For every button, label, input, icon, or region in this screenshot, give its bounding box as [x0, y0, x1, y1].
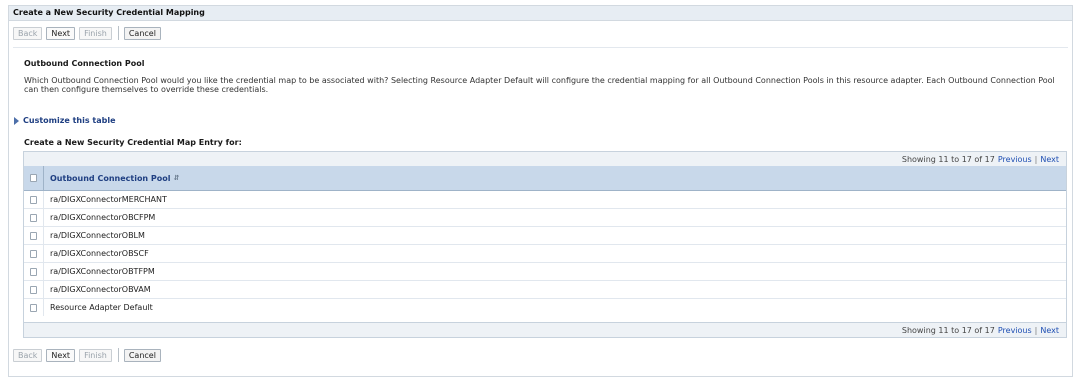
pool-name: ra/DIGXConnectorOBCFPM	[50, 213, 156, 222]
connection-pool-table: Showing 11 to 17 of 17 Previous | Next O…	[23, 151, 1067, 338]
row-checkbox[interactable]	[30, 285, 37, 294]
pager-top: Showing 11 to 17 of 17 Previous | Next	[24, 152, 1066, 166]
top-button-bar: Back Next Finish Cancel	[13, 25, 165, 41]
pool-name: ra/DIGXConnectorOBLM	[50, 231, 145, 240]
row-checkbox-cell	[24, 281, 44, 298]
column-header-outbound-connection-pool[interactable]: Outbound Connection Pool ⇵	[50, 174, 179, 183]
pager-showing-text: Showing 11 to 17 of 17	[901, 325, 995, 335]
table-row: ra/DIGXConnectorMERCHANT	[24, 191, 1066, 209]
table-row: Resource Adapter Default	[24, 299, 1066, 316]
next-button[interactable]: Next	[46, 26, 76, 40]
select-all-checkbox[interactable]	[30, 174, 37, 182]
pager-showing-text: Showing 11 to 17 of 17	[901, 154, 995, 164]
panel-title: Create a New Security Credential Mapping	[9, 6, 1072, 21]
pool-name: ra/DIGXConnectorOBTFPM	[50, 267, 155, 276]
pager-previous-link[interactable]: Previous	[998, 155, 1032, 164]
table-row: ra/DIGXConnectorOBSCF	[24, 245, 1066, 263]
bottom-button-bar: Back Next Finish Cancel	[13, 347, 165, 363]
cancel-button[interactable]: Cancel	[123, 348, 161, 362]
row-checkbox[interactable]	[30, 303, 37, 312]
back-button[interactable]: Back	[13, 26, 43, 40]
sort-icon[interactable]: ⇵	[174, 174, 180, 182]
row-checkbox[interactable]	[30, 231, 37, 240]
finish-button[interactable]: Finish	[79, 348, 112, 362]
section-description: Which Outbound Connection Pool would you…	[24, 76, 1055, 94]
customize-link-label: Customize this table	[23, 116, 116, 125]
pager-next-link[interactable]: Next	[1040, 326, 1059, 335]
next-button[interactable]: Next	[46, 348, 76, 362]
back-button[interactable]: Back	[13, 348, 43, 362]
table-row: ra/DIGXConnectorOBCFPM	[24, 209, 1066, 227]
row-checkbox-cell	[24, 209, 44, 226]
row-checkbox-cell	[24, 299, 44, 316]
table-row: ra/DIGXConnectorOBLM	[24, 227, 1066, 245]
divider	[13, 47, 1068, 48]
pager-bottom: Showing 11 to 17 of 17 Previous | Next	[24, 322, 1066, 337]
table-row: ra/DIGXConnectorOBTFPM	[24, 263, 1066, 281]
expand-triangle-icon	[14, 116, 19, 125]
pool-name: ra/DIGXConnectorOBVAM	[50, 285, 151, 294]
row-checkbox[interactable]	[30, 267, 37, 276]
pager-separator: |	[1034, 154, 1038, 164]
table-row: ra/DIGXConnectorOBVAM	[24, 281, 1066, 299]
row-checkbox-cell	[24, 191, 44, 208]
section-title: Outbound Connection Pool	[24, 59, 145, 68]
customize-table-link[interactable]: Customize this table	[14, 116, 116, 125]
pool-name: ra/DIGXConnectorOBSCF	[50, 249, 149, 258]
row-checkbox[interactable]	[30, 195, 37, 204]
row-checkbox-cell	[24, 263, 44, 280]
pool-name: Resource Adapter Default	[50, 303, 153, 312]
row-checkbox[interactable]	[30, 249, 37, 258]
credential-mapping-panel: Create a New Security Credential Mapping…	[8, 5, 1073, 377]
button-separator	[117, 26, 119, 40]
pager-separator: |	[1034, 325, 1038, 335]
pool-name: ra/DIGXConnectorMERCHANT	[50, 195, 167, 204]
pager-previous-link[interactable]: Previous	[998, 326, 1032, 335]
entry-title: Create a New Security Credential Map Ent…	[24, 138, 242, 147]
row-checkbox[interactable]	[30, 213, 37, 222]
select-all-cell	[24, 166, 44, 190]
pager-next-link[interactable]: Next	[1040, 155, 1059, 164]
row-checkbox-cell	[24, 227, 44, 244]
row-checkbox-cell	[24, 245, 44, 262]
table-header: Outbound Connection Pool ⇵	[24, 166, 1066, 191]
finish-button[interactable]: Finish	[79, 26, 112, 40]
column-header-label: Outbound Connection Pool	[50, 173, 171, 183]
button-separator	[117, 348, 119, 362]
cancel-button[interactable]: Cancel	[123, 26, 161, 40]
